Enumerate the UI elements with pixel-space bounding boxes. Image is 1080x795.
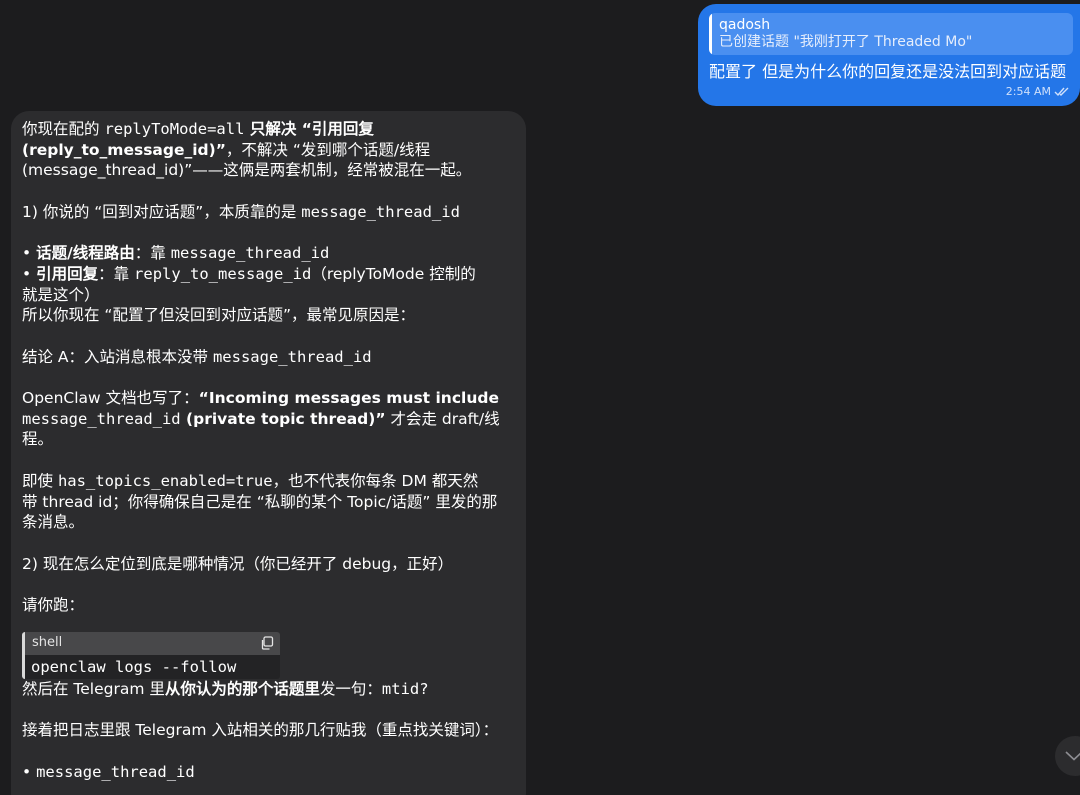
text-line: 所以你现在 “配置了但没回到对应话题”，最常见原因是： xyxy=(22,306,415,325)
text-line: 然后在 Telegram 里从你认为的那个话题里发一句：mtid? xyxy=(22,679,429,698)
list-item: • 引用回复：靠 reply_to_message_id（replyToMode… xyxy=(22,264,476,283)
reply-quote[interactable]: qadosh 已创建话题 "我刚打开了 Threaded Mo" xyxy=(709,13,1073,55)
incoming-message[interactable]: 你现在配的 replyToMode=all 只解决 “引用回复 (reply_t… xyxy=(11,111,526,795)
text-line: 程。 xyxy=(22,430,54,449)
list-item: • 话题/线程路由：靠 message_thread_id xyxy=(22,244,330,263)
list-item: • message_thread_id xyxy=(22,762,195,781)
copy-icon[interactable] xyxy=(260,636,274,650)
double-check-icon xyxy=(1054,87,1069,96)
message-time: 2:54 AM xyxy=(1005,85,1051,98)
section-heading: 2) 现在怎么定位到底是哪种情况（你已经开了 debug，正好） xyxy=(22,554,454,573)
text-line: 带 thread id；你得确保自己是在 “私聊的某个 Topic/话题” 里发… xyxy=(22,492,498,511)
outgoing-message[interactable]: qadosh 已创建话题 "我刚打开了 Threaded Mo" 配置了 但是为… xyxy=(698,4,1080,106)
text-line: (reply_to_message_id)”，不解决 “发到哪个话题/线程 xyxy=(22,140,431,159)
chevron-down-icon xyxy=(1065,751,1080,761)
text-line: 就是这个） xyxy=(22,285,100,304)
text-line: OpenClaw 文档也写了：“Incoming messages must i… xyxy=(22,389,499,408)
outgoing-message-text: 配置了 但是为什么你的回复还是没法回到对应话题 xyxy=(709,62,1067,81)
reply-sender-name: qadosh xyxy=(719,17,771,33)
scroll-down-button[interactable] xyxy=(1055,736,1080,776)
text-line: 结论 A：入站消息根本没带 message_thread_id xyxy=(22,347,372,366)
text-line: 即使 has_topics_enabled=true，也不代表你每条 DM 都天… xyxy=(22,471,479,490)
text-line: 条消息。 xyxy=(22,513,85,532)
text-line: 你现在配的 replyToMode=all 只解决 “引用回复 xyxy=(22,120,374,138)
text-line: (message_thread_id)”——这俩是两套机制，经常被混在一起。 xyxy=(22,161,472,180)
chat-area[interactable]: qadosh 已创建话题 "我刚打开了 Threaded Mo" 配置了 但是为… xyxy=(0,0,1080,795)
message-meta: 2:54 AM xyxy=(1006,85,1070,98)
text-line: 接着把日志里跟 Telegram 入站相关的那几行贴我（重点找关键词）： xyxy=(22,721,499,740)
text-line: 请你跑： xyxy=(22,596,85,615)
code-block[interactable]: shell openclaw logs --follow xyxy=(22,631,280,679)
code-content[interactable]: openclaw logs --follow xyxy=(25,654,280,679)
section-heading: 1) 你说的 “回到对应话题”，本质靠的是 message_thread_id xyxy=(22,202,460,221)
text-line: message_thread_id (private topic thread)… xyxy=(22,409,500,428)
code-header: shell xyxy=(25,631,280,655)
code-language: shell xyxy=(32,634,63,650)
reply-quote-text: 已创建话题 "我刚打开了 Threaded Mo" xyxy=(719,34,973,50)
